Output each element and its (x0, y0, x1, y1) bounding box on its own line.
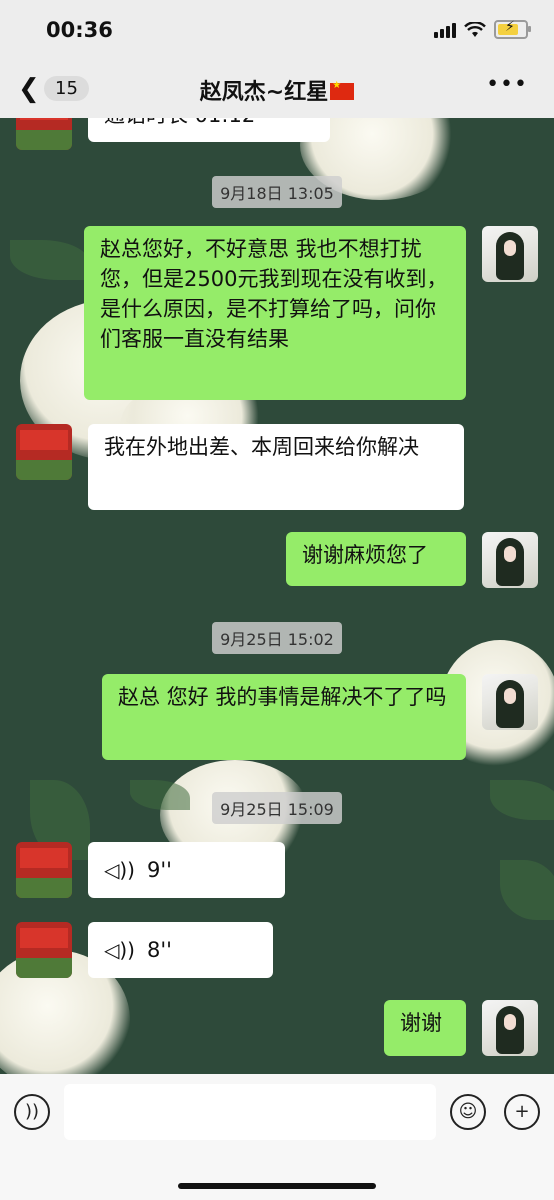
my-avatar[interactable] (482, 1000, 538, 1056)
voice-wave-icon: ◁)) (104, 938, 135, 962)
plus-button[interactable]: + (504, 1094, 540, 1130)
voice-message[interactable]: ◁)) 8'' (88, 922, 273, 978)
emoji-button[interactable]: ☺ (450, 1094, 486, 1130)
my-avatar[interactable] (482, 226, 538, 282)
received-message[interactable]: 我在外地出差、本周回来给你解决 (88, 424, 464, 510)
status-time: 00:36 (46, 18, 113, 42)
sent-message[interactable]: 谢谢 (384, 1000, 466, 1056)
nav-bar: ❮ 15 赵凤杰~红星 ••• (0, 60, 554, 118)
contact-avatar[interactable] (16, 922, 72, 978)
sent-message[interactable]: 谢谢麻烦您了 (286, 532, 466, 586)
emoji-icon: ☺ (458, 1101, 478, 1122)
china-flag-icon (330, 80, 355, 100)
my-avatar[interactable] (482, 674, 538, 730)
more-dots-icon[interactable]: ••• (486, 72, 528, 97)
timestamp: 9月18日 13:05 (0, 176, 554, 208)
voice-input-button[interactable]: )) (14, 1094, 50, 1130)
voice-wave-icon: )) (24, 1101, 40, 1122)
timestamp: 9月25日 15:09 (0, 792, 554, 824)
input-bar: )) ☺ + (0, 1074, 554, 1200)
voice-wave-icon: ◁)) (104, 858, 135, 882)
message-list[interactable]: 通话时长 01:12 9月18日 13:05 赵总您好，不好意思 我也不想打扰您… (0, 118, 554, 1074)
contact-avatar[interactable] (16, 424, 72, 480)
voice-message[interactable]: ◁)) 9'' (88, 842, 285, 898)
call-duration-message[interactable]: 通话时长 01:12 (88, 118, 330, 142)
status-bar: 00:36 ⚡ (0, 0, 554, 60)
battery-icon: ⚡ (494, 19, 531, 39)
chat-title-text: 赵凤杰~红星 (199, 80, 329, 105)
contact-avatar[interactable] (16, 118, 72, 150)
wifi-icon (464, 21, 486, 37)
cellular-signal-icon (434, 22, 456, 38)
message-input[interactable] (64, 1084, 436, 1140)
timestamp: 9月25日 15:02 (0, 622, 554, 654)
home-indicator[interactable] (178, 1183, 376, 1189)
my-avatar[interactable] (482, 532, 538, 588)
contact-avatar[interactable] (16, 842, 72, 898)
sent-message[interactable]: 赵总您好，不好意思 我也不想打扰您，但是2500元我到现在没有收到，是什么原因，… (84, 226, 466, 400)
sent-message[interactable]: 赵总 您好 我的事情是解决不了了吗 (102, 674, 466, 760)
plus-icon: + (514, 1101, 530, 1122)
chat-title: 赵凤杰~红星 (0, 74, 554, 106)
